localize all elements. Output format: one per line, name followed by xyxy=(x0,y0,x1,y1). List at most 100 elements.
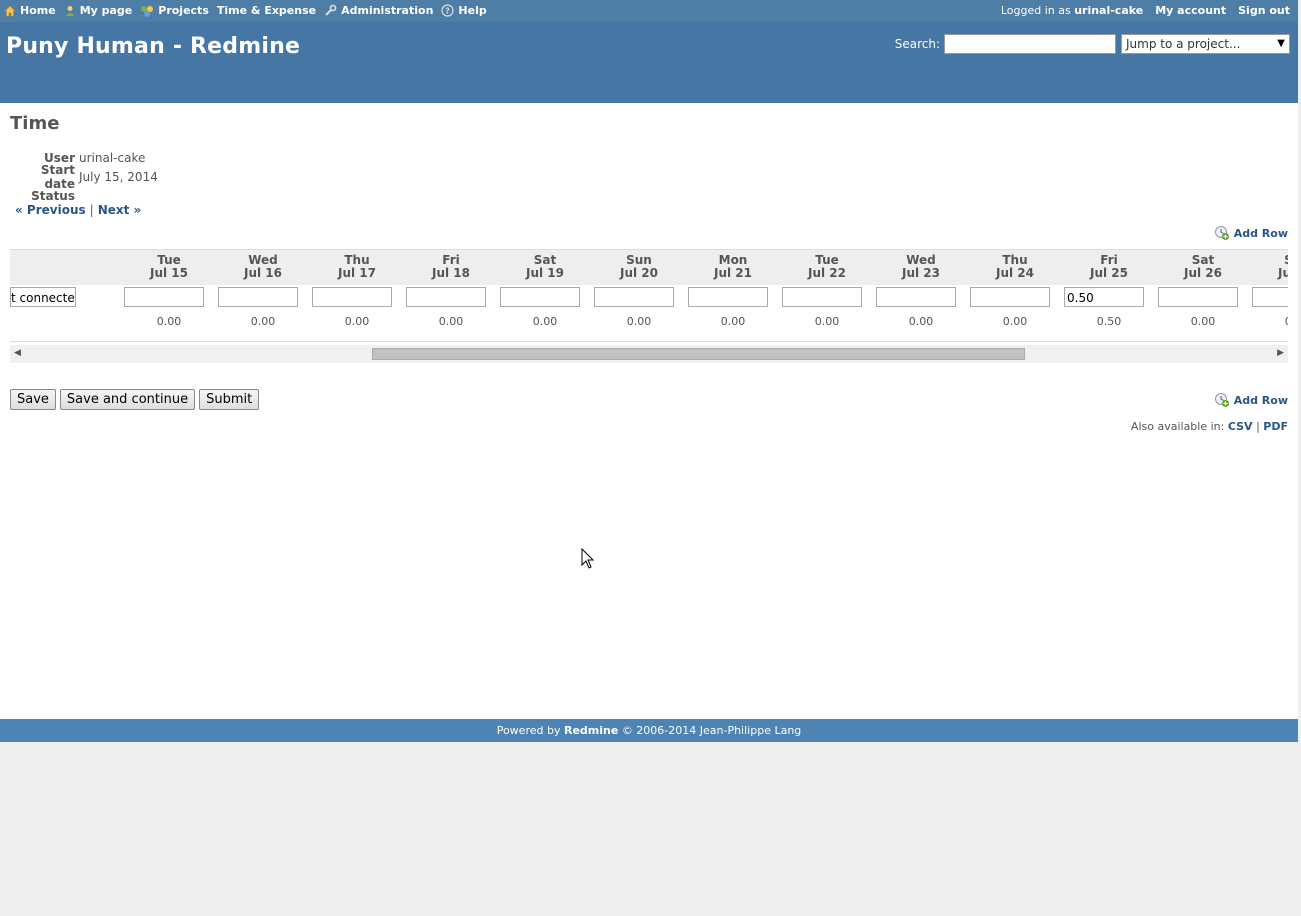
pdf-link[interactable]: PDF xyxy=(1263,420,1288,433)
scrollbar-thumb[interactable] xyxy=(372,348,1025,360)
hours-input[interactable] xyxy=(1158,287,1238,307)
svg-text:?: ? xyxy=(446,7,451,16)
logged-in-user-link[interactable]: urinal-cake xyxy=(1074,4,1143,17)
csv-link[interactable]: CSV xyxy=(1228,420,1253,433)
add-row-label: Add Row xyxy=(1233,226,1288,240)
menu-home-label: Home xyxy=(20,4,56,17)
menu-projects[interactable]: Projects xyxy=(140,4,209,17)
day-column: Sun Jul 20 0.00 xyxy=(592,254,686,339)
my-account-link[interactable]: My account xyxy=(1155,4,1226,17)
top-menu: Home My page Projects Time & Expense Adm… xyxy=(0,0,1298,22)
footer-prefix: Powered by xyxy=(496,724,561,737)
day-date: Jul 17 xyxy=(338,266,376,280)
hours-input[interactable] xyxy=(1252,287,1288,307)
submit-button[interactable]: Submit xyxy=(199,389,260,410)
menu-projects-label: Projects xyxy=(158,4,209,17)
scroll-left-icon[interactable]: ◀ xyxy=(14,348,21,358)
redmine-link[interactable]: Redmine xyxy=(564,724,618,737)
hours-input[interactable]: 0.50 xyxy=(1064,287,1144,307)
add-row-icon xyxy=(1214,226,1229,240)
top-menu-left: Home My page Projects Time & Expense Adm… xyxy=(4,4,489,17)
hours-input-value: 0.50 xyxy=(1067,291,1094,305)
add-row-link-bottom[interactable]: Add Row xyxy=(1214,392,1288,408)
week-pager: « Previous | Next » xyxy=(15,203,141,217)
previous-link[interactable]: « Previous xyxy=(15,203,86,217)
project-jump-select[interactable]: Jump to a project... ▼ xyxy=(1121,34,1290,54)
attr-key: Status xyxy=(31,188,75,203)
user-icon xyxy=(65,5,75,16)
hours-input[interactable] xyxy=(782,287,862,307)
menu-time-expense[interactable]: Time & Expense xyxy=(217,4,316,17)
form-buttons: Save Save and continue Submit xyxy=(10,389,260,410)
timesheet-grid: t connected Tue Jul 15 0.00 Wed Jul 16 0.00 Th… xyxy=(10,249,1288,342)
hours-input[interactable] xyxy=(312,287,392,307)
save-button[interactable]: Save xyxy=(10,389,56,410)
day-date: Jul 15 xyxy=(150,266,188,280)
save-and-continue-button[interactable]: Save and continue xyxy=(59,389,196,410)
quick-search: Search: Jump to a project... ▼ xyxy=(895,34,1290,54)
day-date: Jul 16 xyxy=(244,266,282,280)
hours-input[interactable] xyxy=(970,287,1050,307)
day-date: Jul 21 xyxy=(714,266,752,280)
hours-input[interactable] xyxy=(406,287,486,307)
day-column: Sat Jul 19 0.00 xyxy=(498,254,592,339)
horizontal-scrollbar[interactable]: ◀ ▶ xyxy=(10,345,1288,363)
day-total: 0.00 xyxy=(532,315,558,328)
chevron-down-icon: ▼ xyxy=(1277,38,1285,49)
scroll-right-icon[interactable]: ▶ xyxy=(1277,348,1284,358)
next-link[interactable]: Next » xyxy=(98,203,142,217)
day-date: Jul 27 xyxy=(1278,266,1288,280)
day-column: Wed Jul 23 0.00 xyxy=(874,254,968,339)
day-total: 0.00 xyxy=(438,315,464,328)
day-date: Jul 25 xyxy=(1090,266,1128,280)
sign-out-link[interactable]: Sign out xyxy=(1238,4,1290,17)
day-column: Thu Jul 17 0.00 xyxy=(310,254,404,339)
day-total: 0.00 xyxy=(908,315,934,328)
hours-input[interactable] xyxy=(594,287,674,307)
day-date: Jul 24 xyxy=(996,266,1034,280)
menu-help-label: Help xyxy=(458,4,487,17)
day-total: 0.00 xyxy=(1250,315,1288,328)
attr-key: Start date xyxy=(40,162,75,191)
search-input[interactable] xyxy=(944,34,1116,54)
hours-input[interactable] xyxy=(500,287,580,307)
pager-separator: | xyxy=(89,203,94,217)
day-total: 0.50 xyxy=(1096,315,1122,328)
day-total: 0.00 xyxy=(720,315,746,328)
menu-help[interactable]: ? Help xyxy=(441,4,487,17)
day-total: 0.00 xyxy=(814,315,840,328)
menu-my-page[interactable]: My page xyxy=(64,4,133,17)
day-total: 0.00 xyxy=(1190,315,1216,328)
hours-input[interactable] xyxy=(688,287,768,307)
other-formats: Also available in: CSV | PDF xyxy=(1131,420,1288,433)
hours-input[interactable] xyxy=(876,287,956,307)
formats-label: Also available in: xyxy=(1130,420,1225,433)
site-title: Puny Human - Redmine xyxy=(6,34,301,59)
hours-input[interactable] xyxy=(218,287,298,307)
footer-copyright: © 2006-2014 Jean-Philippe Lang xyxy=(621,724,802,737)
day-column: Mon Jul 21 0.00 xyxy=(686,254,780,339)
day-total: 0.00 xyxy=(250,315,276,328)
day-date: Jul 23 xyxy=(902,266,940,280)
day-total: 0.00 xyxy=(626,315,652,328)
day-total: 0.00 xyxy=(344,315,370,328)
menu-my-page-label: My page xyxy=(79,4,133,17)
issue-field[interactable]: t connected xyxy=(10,287,76,307)
day-column: Thu Jul 24 0.00 xyxy=(968,254,1062,339)
wrench-icon xyxy=(325,4,337,16)
day-total: 0.00 xyxy=(156,315,182,328)
day-column: Wed Jul 16 0.00 xyxy=(216,254,310,339)
add-row-icon xyxy=(1214,393,1229,407)
day-column: Fri Jul 25 0.50 0.50 xyxy=(1062,254,1156,339)
issue-field-value: t connected xyxy=(11,291,76,305)
menu-administration[interactable]: Administration xyxy=(324,4,433,17)
footer: Powered by Redmine © 2006-2014 Jean-Phil… xyxy=(0,719,1298,742)
hours-input[interactable] xyxy=(124,287,204,307)
menu-home[interactable]: Home xyxy=(4,4,56,17)
day-date: Jul 19 xyxy=(526,266,564,280)
main-content: Time User urinal-cake Start date July 15… xyxy=(0,103,1298,719)
mouse-cursor-icon xyxy=(581,548,595,569)
day-column: Tue Jul 22 0.00 xyxy=(780,254,874,339)
add-row-link-top[interactable]: Add Row xyxy=(1214,225,1288,241)
add-row-label: Add Row xyxy=(1233,393,1288,407)
